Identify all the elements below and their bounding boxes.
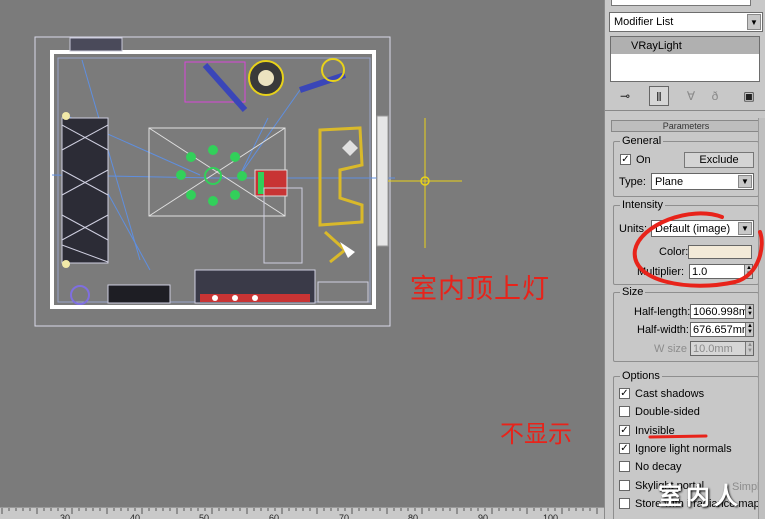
show-end-result-icon[interactable]: Ⅱ: [649, 86, 669, 106]
chevron-down-icon[interactable]: ▼: [738, 175, 752, 188]
ruler-label: 90: [478, 513, 489, 519]
left-cabinets: [61, 117, 109, 264]
modifier-list-dropdown[interactable]: Modifier List ▼: [609, 12, 763, 32]
half-width-spinner[interactable]: 676.657mm ▲ ▼: [690, 322, 754, 337]
ruler-label: 40: [130, 513, 141, 519]
half-width-label: Half-width:: [637, 324, 689, 336]
remove-modifier-icon[interactable]: ð: [705, 86, 725, 106]
pin-icon[interactable]: ⊸: [615, 86, 635, 106]
configure-sets-icon[interactable]: ▣: [739, 86, 759, 106]
spinner-arrows-icon[interactable]: ▲ ▼: [745, 323, 753, 336]
ruler-label: 80: [408, 513, 419, 519]
option-checkbox[interactable]: [619, 406, 630, 418]
general-group-title: General: [620, 135, 664, 147]
window-element: [69, 37, 123, 52]
half-length-spinner[interactable]: 1060.998mm ▲ ▼: [690, 304, 754, 319]
multiplier-spinner[interactable]: 1.0 ▲ ▼: [689, 264, 753, 279]
option-checkbox[interactable]: ✓: [619, 388, 630, 399]
w-size-label: W size: [654, 343, 687, 355]
option-checkbox[interactable]: [619, 461, 630, 473]
top-viewport[interactable]: 室内顶上灯 不显示: [0, 0, 604, 507]
ruler-label: 100: [543, 513, 559, 519]
general-group: General ✓ On Exclude Type: Plane ▼: [613, 135, 759, 197]
object-name-field[interactable]: [611, 0, 751, 6]
option-label: Cast shadows: [635, 388, 705, 400]
intensity-group-title: Intensity: [620, 199, 665, 211]
option-checkbox[interactable]: ✓: [619, 442, 630, 454]
w-size-value: 10.0mm: [693, 343, 733, 355]
door: [376, 115, 389, 247]
ruler-ticks: [1, 508, 598, 514]
half-length-label: Half-length:: [634, 306, 691, 318]
units-label: Units:: [619, 223, 648, 235]
app-window: 室内顶上灯 不显示 30 40 50 60 70 80 90 100 Modif…: [0, 0, 765, 519]
modifier-stack[interactable]: VRayLight: [610, 36, 760, 82]
color-label: Color:: [659, 246, 689, 258]
parameters-rollout-header[interactable]: Parameters: [611, 120, 761, 132]
make-unique-icon[interactable]: ∀: [681, 86, 701, 106]
spinner-arrows-icon[interactable]: ▲ ▼: [745, 342, 753, 355]
option-checkbox[interactable]: [619, 479, 630, 491]
bottom-furniture: [70, 269, 369, 305]
type-label: Type:: [619, 176, 646, 188]
light-bulb: [62, 112, 70, 120]
spinner-arrows-icon[interactable]: ▲ ▼: [745, 305, 753, 318]
modifier-list-label: Modifier List: [614, 16, 674, 28]
spinner-arrows-icon[interactable]: ▲ ▼: [744, 265, 752, 278]
stack-item-vraylight[interactable]: VRayLight: [611, 37, 759, 54]
options-group-title: Options: [620, 370, 662, 382]
panel-scrollbar[interactable]: [758, 118, 765, 519]
option-checkbox[interactable]: ✓: [619, 424, 630, 436]
option-label: No decay: [635, 461, 682, 474]
multiplier-value: 1.0: [692, 266, 708, 278]
option-label: Ignore light normals: [635, 442, 732, 455]
size-group-title: Size: [620, 286, 646, 298]
annotation-ceiling-light: 室内顶上灯: [410, 274, 550, 305]
half-width-value: 676.657mm: [693, 324, 752, 336]
chevron-down-icon[interactable]: ▼: [738, 222, 752, 235]
units-value: Default (image): [655, 223, 731, 235]
intensity-group: Intensity Units: Default (image) ▼ Color…: [613, 199, 759, 285]
option-label: Invisible: [635, 424, 675, 437]
divider: [605, 110, 765, 111]
exclude-button[interactable]: Exclude: [684, 152, 754, 168]
command-panel: Modifier List ▼ VRayLight ⊸ Ⅱ ∀ ð ▣ Para…: [604, 0, 765, 519]
stack-toolbar: ⊸ Ⅱ ∀ ð ▣: [609, 84, 763, 110]
ruler-label: 50: [199, 513, 210, 519]
type-dropdown[interactable]: Plane ▼: [651, 173, 754, 190]
ruler-label: 60: [269, 513, 280, 519]
annotation-invisible: 不显示: [500, 420, 572, 448]
type-value: Plane: [655, 176, 684, 188]
option-label: Double-sided: [635, 406, 700, 419]
w-size-spinner[interactable]: 10.0mm ▲ ▼: [690, 341, 754, 356]
chevron-down-icon[interactable]: ▼: [747, 14, 761, 30]
timeline-ruler[interactable]: 30 40 50 60 70 80 90 100: [0, 507, 604, 519]
multiplier-label: Multiplier:: [637, 266, 685, 278]
size-group: Size Half-length: 1060.998mm ▲ ▼ Half-wid…: [613, 286, 759, 362]
units-dropdown[interactable]: Default (image) ▼: [651, 220, 754, 237]
color-swatch[interactable]: [688, 245, 752, 259]
ruler-label: 30: [60, 513, 71, 519]
on-checkbox[interactable]: ✓: [620, 154, 631, 165]
on-label: On: [636, 154, 651, 166]
light-bulb: [62, 260, 70, 268]
ruler-label: 70: [339, 513, 350, 519]
option-checkbox[interactable]: [619, 497, 630, 509]
watermark-logo: 室内人: [658, 481, 742, 510]
